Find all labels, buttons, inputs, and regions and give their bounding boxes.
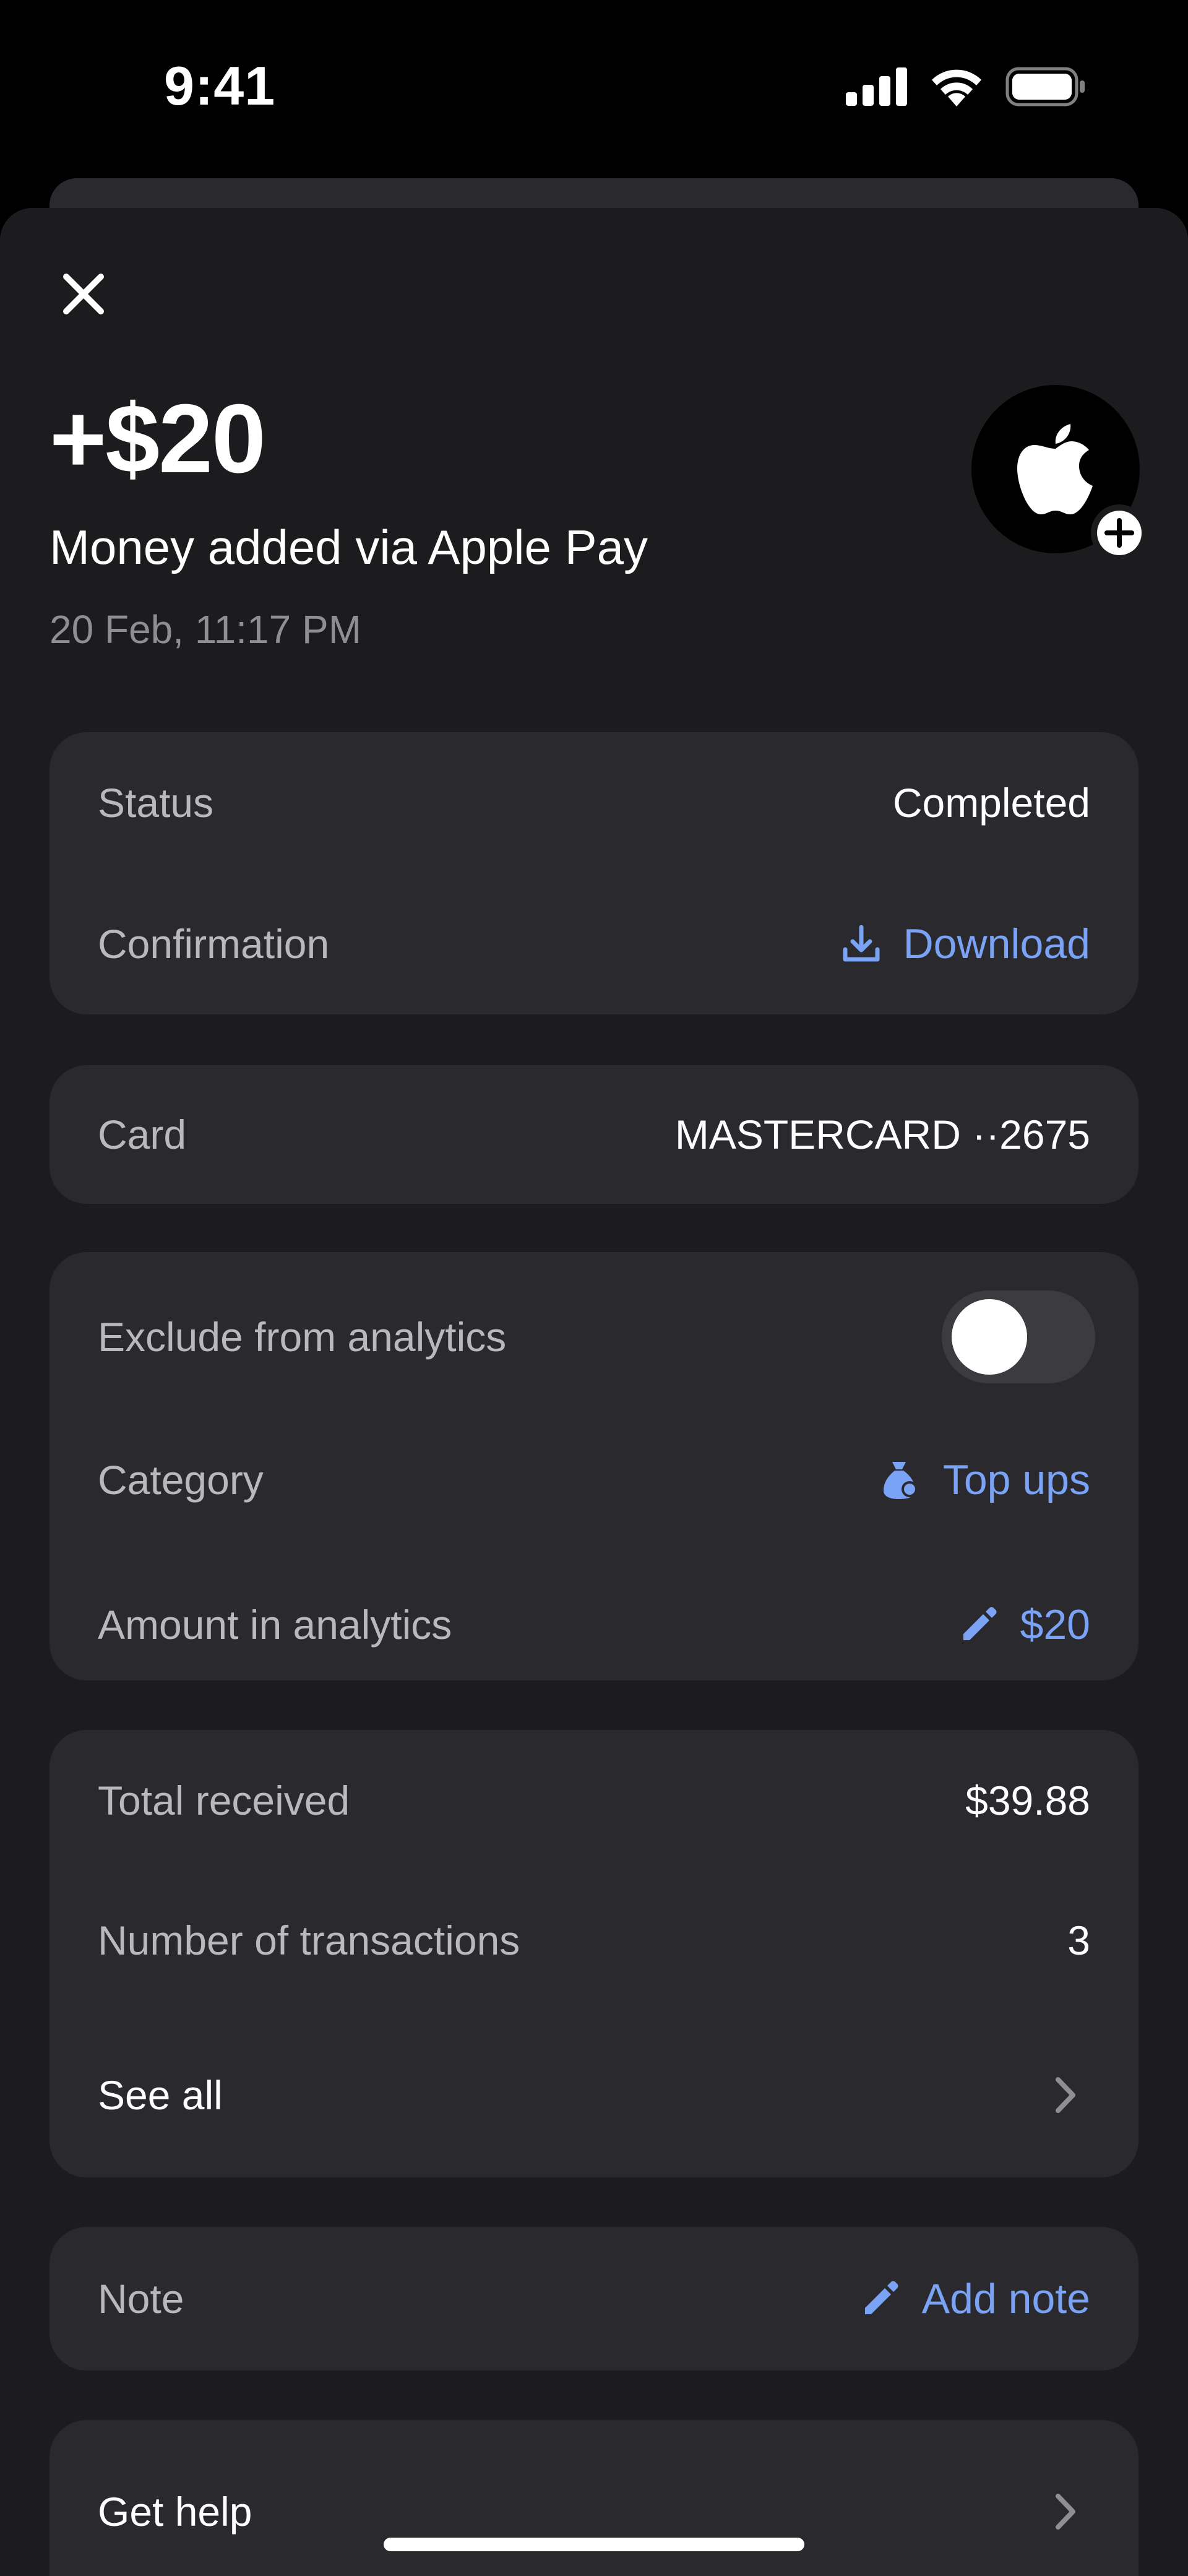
transactions-count-row: Number of transactions 3 [98,1909,1090,1971]
help-card[interactable]: Get help [50,2420,1138,2576]
pencil-icon [864,2281,898,2314]
chevron-right-icon [1056,2077,1075,2113]
status-bar: 9:41 [0,0,1188,179]
close-icon [63,274,104,314]
amount-analytics-label: Amount in analytics [98,1602,452,1648]
transactions-count-label: Number of transactions [98,1917,520,1963]
add-note-label: Add note [921,2275,1090,2322]
card-value: MASTERCARD ··2675 [674,1112,1090,1157]
total-received-value: $39.88 [965,1778,1090,1823]
note-card: Note Add note [50,2227,1138,2371]
note-label: Note [98,2276,184,2322]
see-all-label: See all [98,2072,223,2118]
wifi-icon [932,69,981,106]
plus-circle-icon [1097,511,1142,555]
exclude-analytics-toggle[interactable] [942,1290,1095,1383]
cellular-signal-icon [846,67,907,106]
transaction-amount: +$20 [50,384,266,493]
exclude-analytics-row: Exclude from analytics [98,1290,1095,1383]
analytics-card: Exclude from analytics Category Top ups … [50,1252,1138,1680]
total-received-label: Total received [98,1778,350,1823]
summary-card: Total received $39.88 Number of transact… [50,1730,1138,2177]
get-help-row[interactable]: Get help [98,2481,1090,2543]
home-indicator [384,2538,804,2551]
download-label: Download [903,920,1090,967]
download-icon [843,925,880,962]
close-button[interactable] [50,260,118,328]
status-card: Status Completed Confirmation Download [50,732,1138,1014]
get-help-label: Get help [98,2489,252,2535]
amount-analytics-row: Amount in analytics $20 [98,1594,1090,1656]
status-row: Status Completed [98,772,1090,834]
apple-logo-icon [1017,424,1093,514]
add-note-button[interactable]: Add note [863,2275,1090,2323]
confirmation-row: Confirmation Download [98,913,1090,975]
amount-analytics-value: $20 [1020,1601,1090,1648]
see-all-row[interactable]: See all [98,2064,1090,2126]
download-button[interactable]: Download [843,920,1090,968]
toggle-knob [952,1299,1027,1375]
category-button[interactable]: Top ups [881,1456,1090,1504]
card-info-card: Card MASTERCARD ··2675 [50,1065,1138,1204]
status-time: 9:41 [164,55,276,116]
exclude-analytics-label: Exclude from analytics [98,1314,507,1360]
card-label: Card [98,1112,187,1157]
status-label: Status [98,780,214,826]
total-received-row: Total received $39.88 [98,1770,1090,1831]
battery-icon [1005,67,1085,106]
edit-amount-button[interactable]: $20 [961,1601,1090,1649]
category-value: Top ups [942,1456,1090,1503]
status-value: Completed [892,780,1090,826]
category-label: Category [98,1457,264,1503]
transactions-count-value: 3 [1067,1917,1090,1963]
money-bag-icon [883,1462,918,1499]
transaction-title: Money added via Apple Pay [50,520,648,574]
confirmation-label: Confirmation [98,921,330,967]
note-row: Note Add note [98,2268,1090,2330]
add-badge[interactable] [1091,504,1148,561]
status-icons [846,67,1086,106]
card-row: Card MASTERCARD ··2675 [98,1104,1090,1165]
chevron-right-icon [1056,2494,1075,2530]
category-row: Category Top ups [98,1449,1090,1511]
transaction-date: 20 Feb, 11:17 PM [50,607,361,652]
pencil-icon [963,1607,997,1640]
